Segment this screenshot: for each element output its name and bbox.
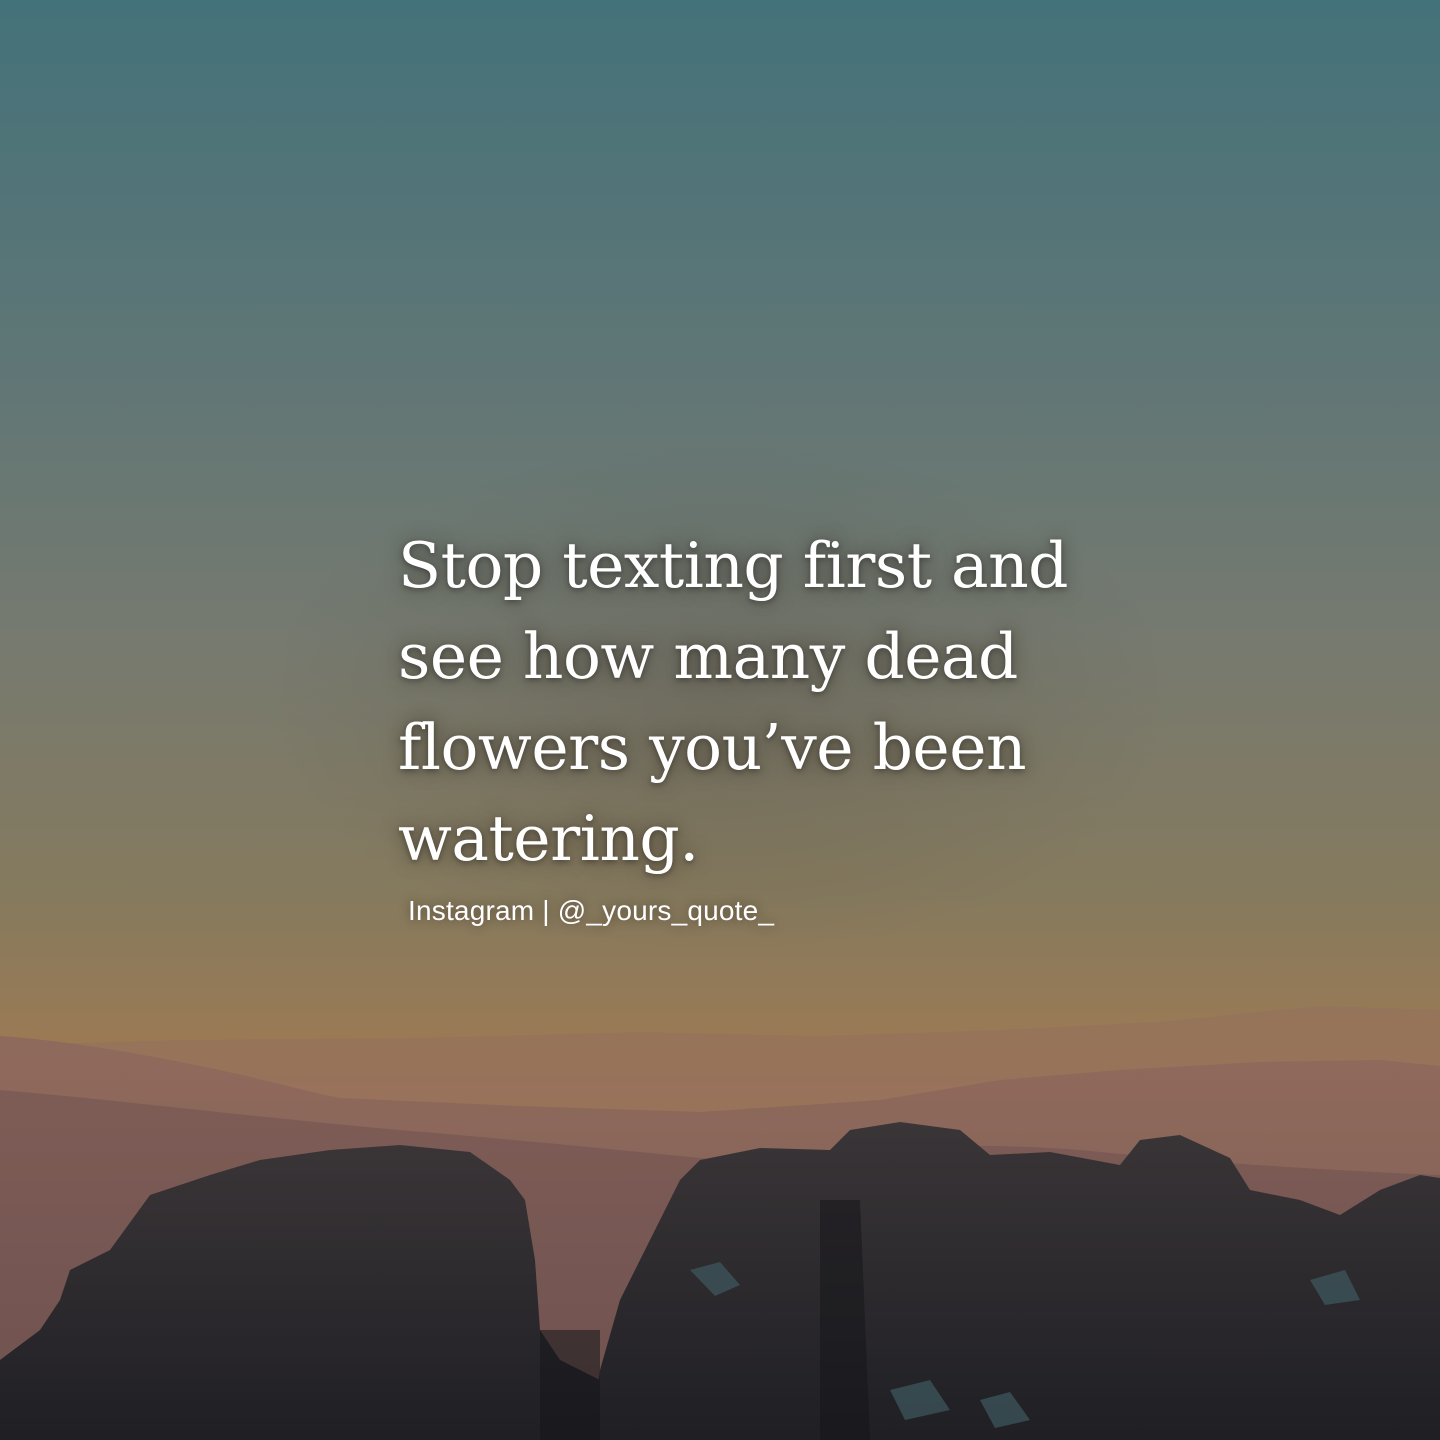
quote-line: Stop texting first and	[398, 529, 1069, 602]
instagram-credit: Instagram | @_yours_quote_	[408, 895, 775, 926]
quote-text: Stop texting first and see how many dead…	[398, 520, 1198, 884]
quote-block: Stop texting first and see how many dead…	[398, 520, 1198, 884]
quote-image: Stop texting first and see how many dead…	[0, 0, 1440, 1440]
quote-line: watering.	[398, 802, 699, 875]
quote-line: flowers you’ve been	[398, 711, 1027, 784]
quote-line: see how many dead	[398, 620, 1018, 693]
